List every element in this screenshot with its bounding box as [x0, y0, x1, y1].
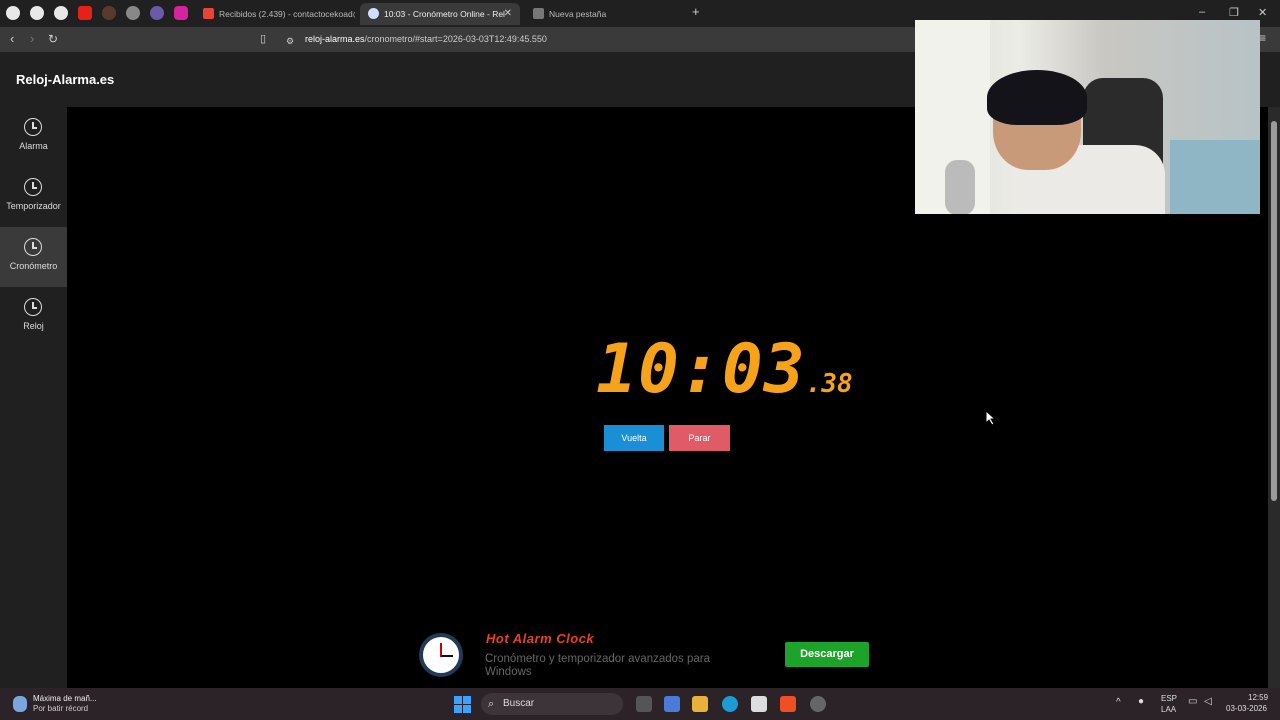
sidebar: Alarma Temporizador Cronómetro Reloj [0, 107, 67, 688]
tab-new-tab[interactable]: Nueva pestaña [525, 3, 685, 25]
pinned-tab-google-icon[interactable] [30, 6, 44, 20]
site-title[interactable]: Reloj-Alarma.es [16, 72, 114, 87]
reload-icon[interactable]: ↻ [48, 32, 58, 46]
pinned-tab-google-icon[interactable] [54, 6, 68, 20]
windows-start-icon[interactable] [454, 696, 471, 713]
back-arrow-icon[interactable]: ‹ [10, 32, 14, 46]
edge-icon[interactable] [722, 696, 738, 712]
app-icon[interactable] [810, 696, 826, 712]
scrollbar[interactable] [1268, 107, 1280, 688]
copilot-icon[interactable] [664, 696, 680, 712]
sidebar-item-label: Temporizador [6, 201, 61, 211]
tab-gmail[interactable]: Recibidos (2.439) - contactocekoad@ [195, 3, 355, 25]
sidebar-item-label: Reloj [23, 321, 44, 331]
stopwatch-icon [24, 238, 42, 256]
stopwatch-display: 10:03.38 [596, 330, 853, 409]
task-view-icon[interactable] [636, 696, 652, 712]
sidebar-item-temporizador[interactable]: Temporizador [0, 167, 67, 227]
search-placeholder: Buscar [503, 698, 535, 709]
close-tab-icon[interactable]: ✕ [504, 3, 512, 25]
ad-title[interactable]: Hot Alarm Clock [486, 631, 594, 646]
pinned-tab-google-icon[interactable] [6, 6, 20, 20]
sidebar-item-label: Cronómetro [9, 261, 58, 271]
stop-button[interactable]: Parar [669, 425, 730, 451]
ad-description: Cronómetro y temporizador avanzados para… [485, 653, 711, 678]
minimize-icon[interactable]: – [1199, 6, 1205, 18]
tab-stopwatch[interactable]: 10:03 - Cronómetro Online - Rel ✕ [360, 3, 520, 25]
news-title[interactable]: Máxima de mañ... [33, 694, 97, 703]
network-icon[interactable]: ▭ [1188, 696, 1197, 707]
chevron-up-icon[interactable]: ^ [1116, 697, 1121, 708]
taskbar: Máxima de mañ... Por batir récord ⌕ Busc… [0, 688, 1280, 720]
forward-arrow-icon[interactable]: › [30, 32, 34, 46]
weather-news-icon[interactable] [13, 696, 27, 712]
new-tab-button[interactable]: + [692, 4, 700, 19]
stopwatch-favicon-icon [368, 8, 379, 19]
language-top[interactable]: ESP [1161, 694, 1177, 703]
lap-button[interactable]: Vuelta [604, 425, 664, 451]
alarm-clock-icon [24, 118, 42, 136]
stopwatch-time: 10:03 [596, 330, 806, 409]
webcam-person-hair [987, 70, 1087, 125]
scrollbar-thumb[interactable] [1271, 121, 1277, 501]
sidebar-item-cronometro[interactable]: Cronómetro [0, 227, 67, 287]
language-bottom[interactable]: LAA [1161, 705, 1176, 714]
tab-label: Nueva pestaña [549, 9, 607, 19]
webcam-microphone [945, 160, 975, 214]
close-window-icon[interactable]: ✕ [1258, 6, 1267, 19]
sidebar-item-label: Alarma [19, 141, 48, 151]
maximize-icon[interactable]: ❐ [1229, 6, 1239, 19]
webcam-bed [1170, 140, 1260, 214]
download-button[interactable]: Descargar [785, 642, 869, 667]
timer-icon [24, 178, 42, 196]
clock-date[interactable]: 03-03-2026 [1226, 704, 1267, 713]
file-explorer-icon[interactable] [692, 696, 708, 712]
tab-label: Recibidos (2.439) - contactocekoad@ [219, 9, 355, 19]
sidebar-item-alarma[interactable]: Alarma [0, 107, 67, 167]
volume-icon[interactable]: ◁ [1204, 696, 1212, 707]
clock-time[interactable]: 12:59 [1248, 693, 1268, 702]
url-field[interactable]: reloj-alarma.es/cronometro/#start=2026-0… [305, 34, 547, 44]
microphone-icon[interactable]: ● [1138, 696, 1144, 707]
sidebar-item-reloj[interactable]: Reloj [0, 287, 67, 347]
pinned-tab-site-icon[interactable] [150, 6, 164, 20]
shield-icon [533, 8, 544, 19]
tab-label: 10:03 - Cronómetro Online - Rel [384, 9, 505, 19]
pinned-tab-site-icon[interactable] [102, 6, 116, 20]
pinned-tab-site-icon[interactable] [126, 6, 140, 20]
clock-icon [24, 298, 42, 316]
alarm-clock-logo[interactable] [419, 633, 463, 677]
webcam-overlay [915, 20, 1260, 214]
news-subtitle[interactable]: Por batir récord [33, 704, 88, 713]
pinned-tab-instagram-icon[interactable] [174, 6, 188, 20]
mouse-cursor-icon [985, 410, 997, 426]
site-info-icon[interactable]: ⚙ [286, 34, 294, 48]
brave-icon[interactable] [780, 696, 796, 712]
bookmark-icon[interactable]: ▯ [260, 32, 266, 46]
taskbar-search[interactable]: ⌕ Buscar [481, 693, 623, 715]
store-icon[interactable] [751, 696, 767, 712]
stopwatch-hundredths: .38 [805, 369, 853, 399]
gmail-icon [203, 8, 214, 19]
pinned-tab-youtube-icon[interactable] [78, 6, 92, 20]
menu-icon[interactable]: ≡ [1259, 31, 1266, 45]
search-icon: ⌕ [488, 698, 495, 710]
